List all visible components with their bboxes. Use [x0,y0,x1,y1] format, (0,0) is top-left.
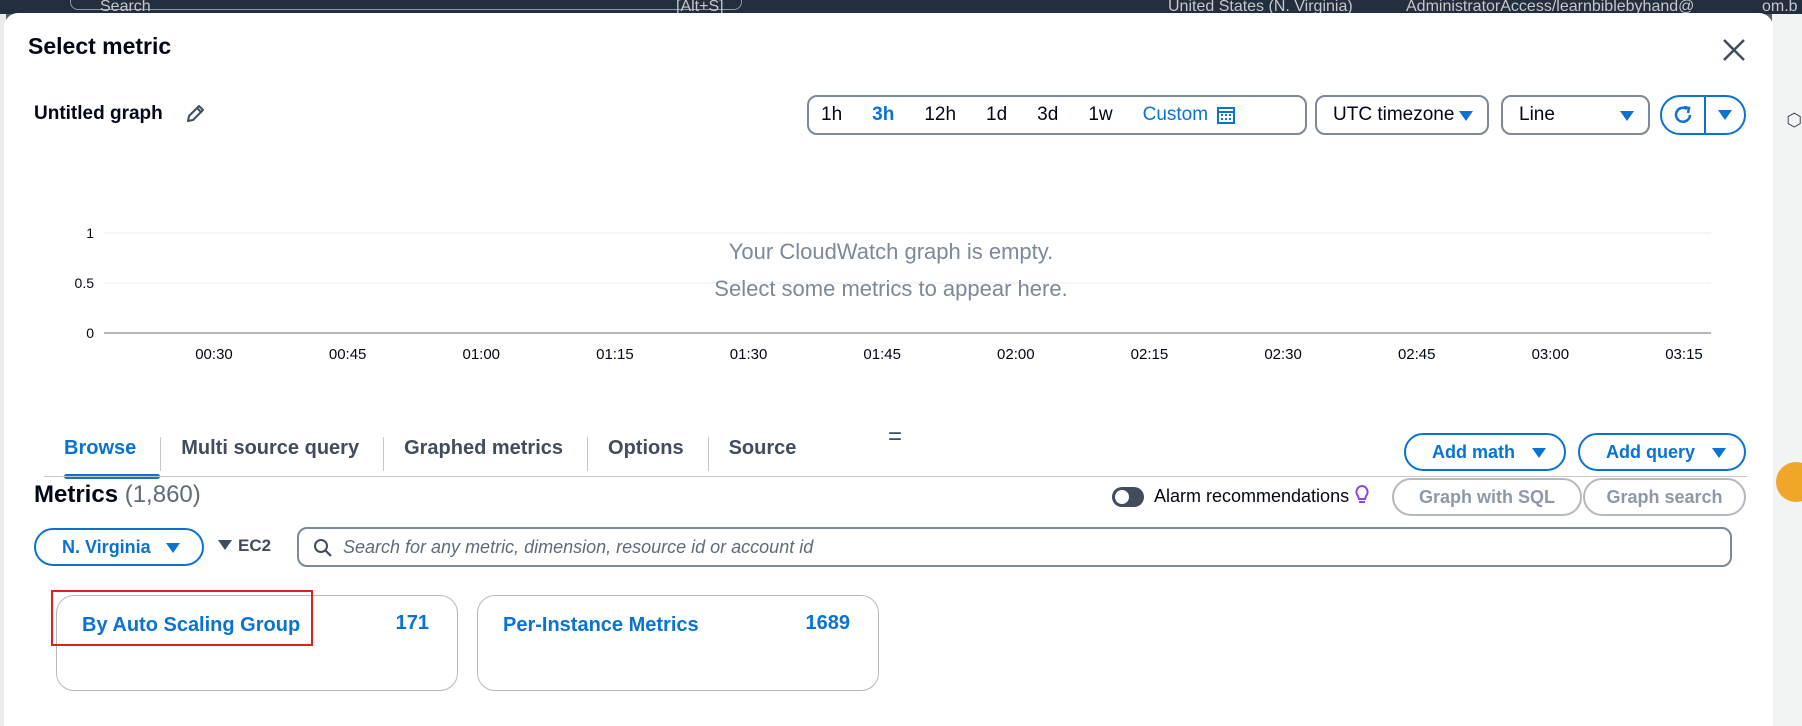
time-range-selector: 1h 3h 12h 1d 3d 1w Custom [807,95,1307,135]
graph-search-button[interactable]: Graph search [1583,478,1746,516]
search-icon [314,539,332,557]
console-region[interactable]: United States (N. Virginia) [1168,0,1353,14]
resize-handle[interactable]: = [888,423,902,451]
caret-down-icon [1532,448,1546,458]
tab-multi-source-query[interactable]: Multi source query [161,423,383,479]
graph-with-sql-button[interactable]: Graph with SQL [1392,478,1582,516]
x-tick-label: 01:30 [730,346,768,363]
metrics-count: (1,860) [124,481,201,508]
x-tick-label: 01:15 [596,346,634,363]
lightbulb-icon[interactable] [1354,484,1370,506]
metric-search-input[interactable] [343,529,1723,565]
refresh-button[interactable] [1662,97,1706,133]
console-top-bar: Search [Alt+S] United States (N. Virgini… [0,0,1802,14]
x-tick-label: 01:45 [863,346,901,363]
tab-source[interactable]: Source [709,423,821,479]
x-tick-label: 02:30 [1264,346,1302,363]
x-tick-label: 03:15 [1665,346,1703,363]
tab-graphed-metrics[interactable]: Graphed metrics [384,423,587,479]
metrics-heading: Metrics (1,860) [34,481,201,509]
add-query-button[interactable]: Add query [1578,433,1746,471]
caret-down-icon [1459,111,1473,121]
region-filter-button[interactable]: N. Virginia [34,528,204,566]
highlight-annotation [51,590,313,646]
console-search-placeholder: Search [100,0,151,14]
background-page-right: ⬡ [1772,14,1802,726]
caret-down-icon [1620,111,1634,121]
y-tick-label: 0 [86,325,94,341]
chart-type-select[interactable]: Line [1501,95,1650,135]
caret-down-icon [166,543,180,553]
add-query-label: Add query [1606,442,1696,462]
range-custom[interactable]: Custom [1143,104,1208,126]
refresh-icon [1674,105,1692,123]
namespace-crumb-ec2[interactable]: EC2 [218,536,271,556]
empty-message-line2: Select some metrics to appear here. [714,276,1068,301]
namespace-label: EC2 [238,536,272,555]
tabs-divider [44,476,1747,477]
tab-options[interactable]: Options [588,423,708,479]
chart-type-value: Line [1519,104,1555,125]
hexagon-icon[interactable]: ⬡ [1786,110,1802,131]
x-tick-label: 00:45 [329,346,367,363]
x-tick-label: 03:00 [1532,346,1570,363]
metrics-title: Metrics [34,481,119,508]
range-3h[interactable]: 3h [872,104,894,126]
feedback-icon[interactable] [1776,462,1802,502]
console-account-suffix: om.b [1762,0,1798,14]
range-3d[interactable]: 3d [1037,104,1058,126]
caret-down-icon [218,540,232,550]
console-search-stub[interactable] [70,0,742,10]
x-tick-label: 02:00 [997,346,1035,363]
metric-search [297,527,1732,567]
graph-title: Untitled graph [34,103,163,124]
x-tick-label: 01:00 [462,346,500,363]
metric-card-label[interactable]: Per-Instance Metrics [503,614,699,637]
console-account[interactable]: AdministratorAccess/learnbiblebyhand@ [1406,0,1694,14]
metric-card-count: 1689 [805,612,851,634]
alarm-recommendations-toggle[interactable] [1112,487,1144,507]
tab-browse[interactable]: Browse [44,423,161,479]
y-tick-label: 0.5 [75,275,95,291]
range-1w[interactable]: 1w [1088,104,1112,126]
y-tick-label: 1 [86,225,94,241]
console-search-shortcut: [Alt+S] [676,0,724,14]
x-tick-label: 02:45 [1398,346,1436,363]
refresh-split-button [1660,95,1746,135]
metric-tabs: Browse Multi source query Graphed metric… [44,423,820,479]
close-button[interactable] [1717,33,1751,67]
empty-chart-message: Your CloudWatch graph is empty. Select s… [604,233,1178,307]
modal-title: Select metric [28,33,172,59]
x-tick-label: 02:15 [1131,346,1169,363]
empty-message-line1: Your CloudWatch graph is empty. [728,239,1054,264]
caret-down-icon [1718,110,1732,120]
timezone-value: UTC timezone [1333,104,1455,125]
region-filter-label: N. Virginia [62,537,151,557]
add-math-label: Add math [1432,442,1515,462]
x-tick-label: 00:30 [195,346,233,363]
metric-card-count: 171 [395,612,429,634]
add-math-button[interactable]: Add math [1404,433,1566,471]
pencil-icon[interactable] [184,103,206,125]
range-1h[interactable]: 1h [821,104,842,126]
alarm-recommendations-label: Alarm recommendations [1154,486,1350,506]
timezone-select[interactable]: UTC timezone [1315,95,1489,135]
close-icon[interactable] [1721,37,1747,63]
calendar-icon[interactable] [1216,105,1236,125]
refresh-options-button[interactable] [1706,97,1744,133]
range-12h[interactable]: 12h [924,104,956,126]
metric-card-per-instance-metrics[interactable]: Per-Instance Metrics 1689 [477,595,879,691]
caret-down-icon [1712,448,1726,458]
range-1d[interactable]: 1d [986,104,1007,126]
select-metric-modal: Select metric Untitled graph 1h 3h 12h 1… [4,13,1773,726]
